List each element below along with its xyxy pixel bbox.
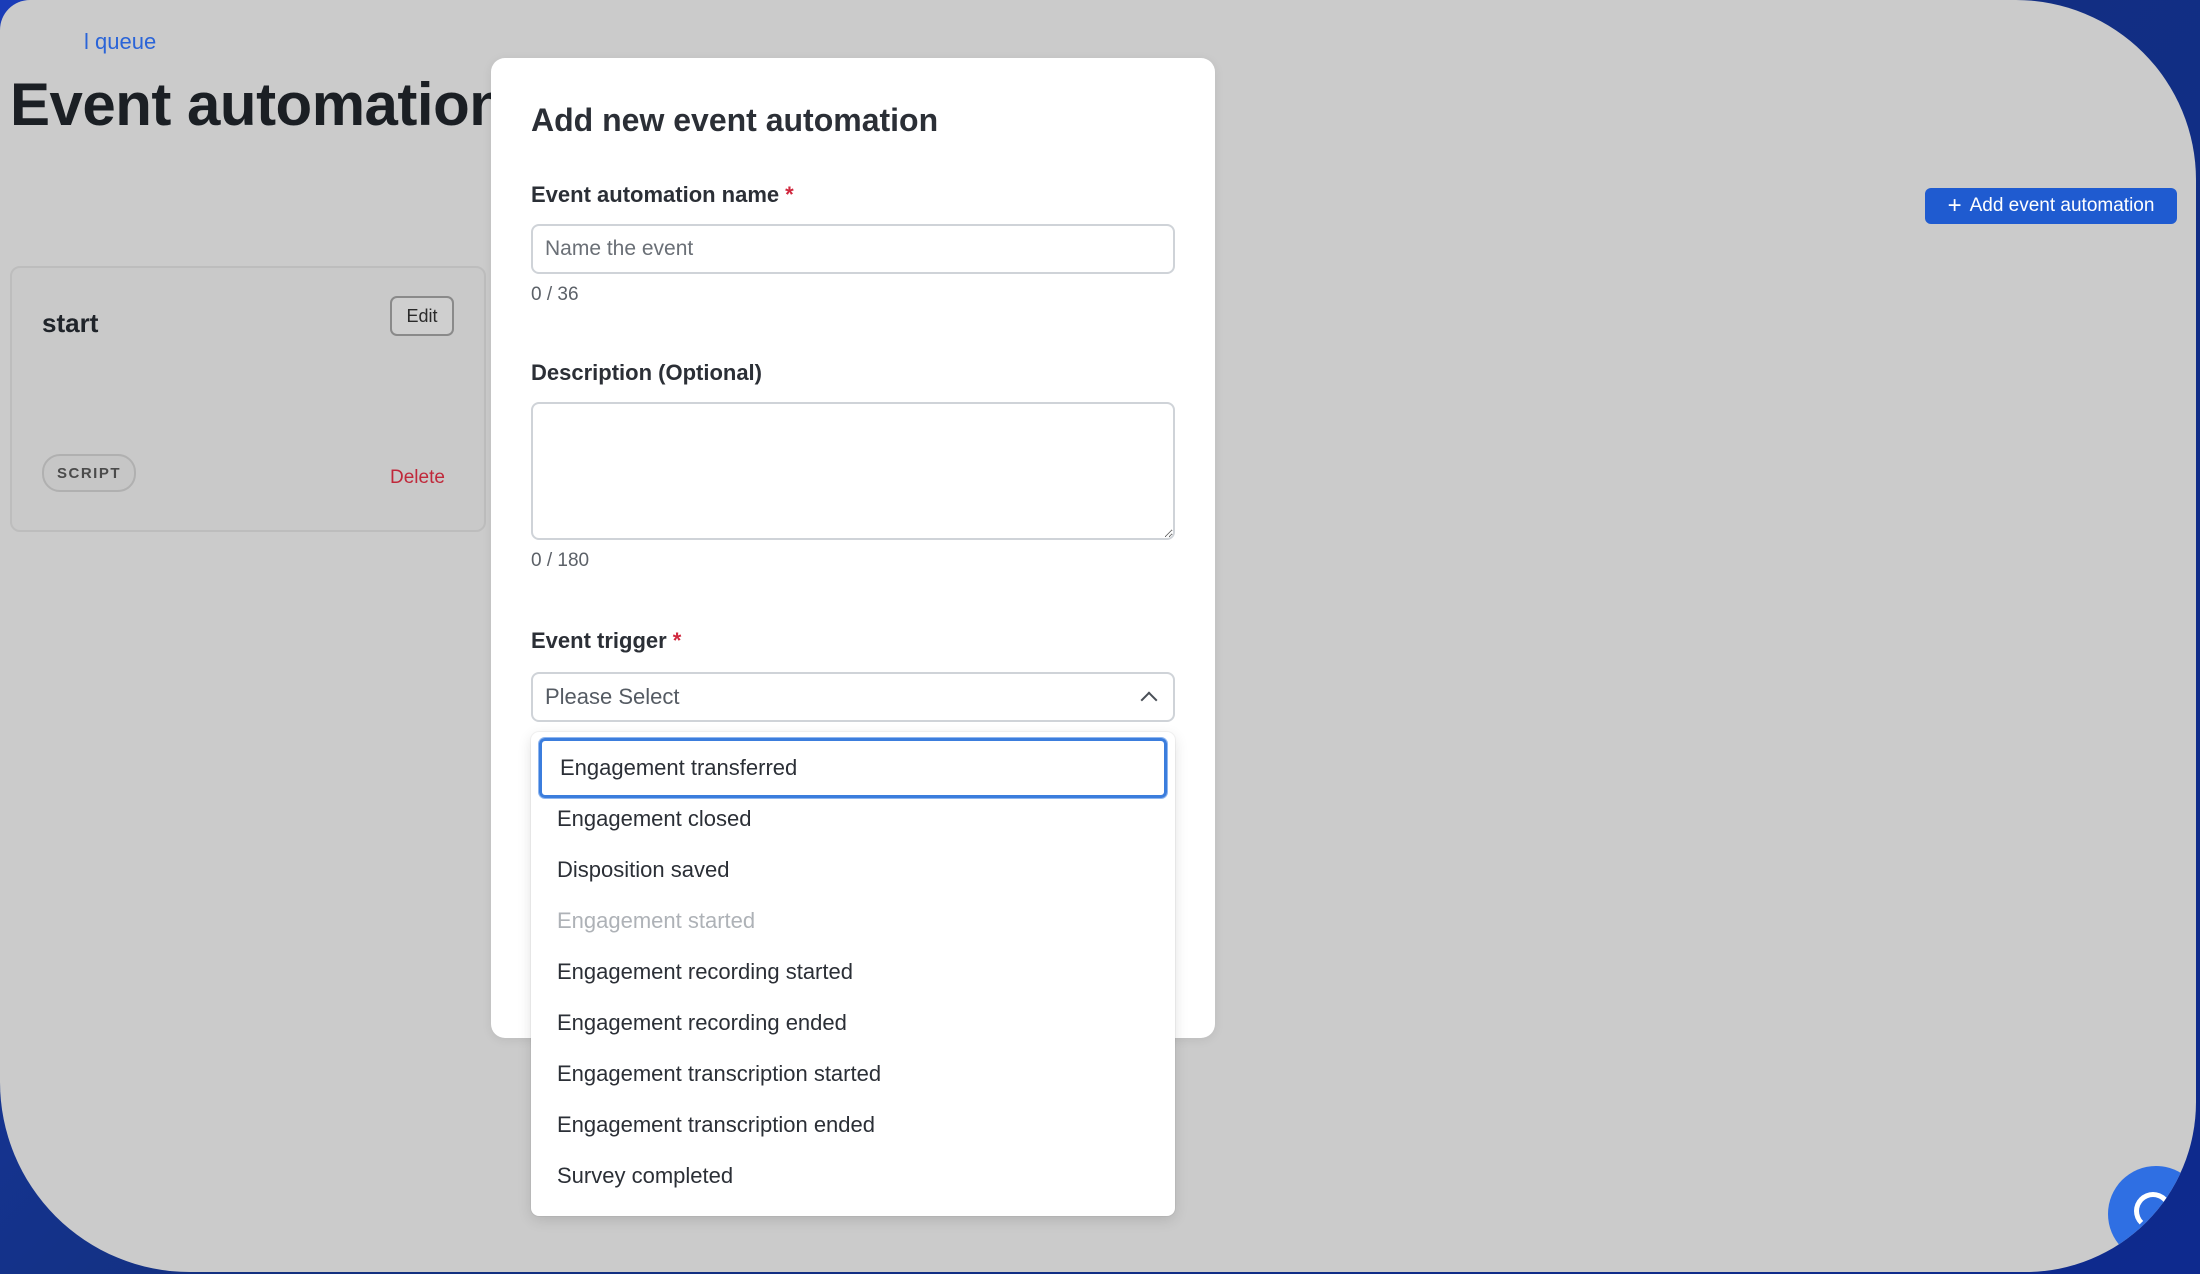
description-field-label: Description (Optional)	[531, 360, 762, 385]
page-title: Event automations	[10, 71, 539, 138]
dropdown-option[interactable]: Survey completed	[539, 1146, 1167, 1206]
app-screen: l queue Event automations + Add event au…	[0, 0, 2196, 1272]
description-textarea[interactable]	[531, 402, 1175, 540]
required-marker: *	[672, 628, 682, 653]
trigger-field-label: Event trigger *	[531, 628, 681, 654]
script-badge: SCRIPT	[42, 454, 136, 492]
event-name-input[interactable]	[531, 224, 1175, 274]
chat-bubble-icon	[2134, 1192, 2172, 1230]
description-char-counter: 0 / 180	[531, 550, 590, 571]
name-char-counter: 0 / 36	[531, 284, 579, 305]
name-field-label-text: Event automation name	[531, 182, 780, 207]
event-trigger-selected-value: Please Select	[545, 684, 680, 709]
modal-title: Add new event automation	[531, 102, 939, 138]
required-marker: *	[785, 182, 794, 207]
name-field-label: Event automation name *	[531, 182, 794, 208]
add-event-automation-button[interactable]: + Add event automation	[1925, 188, 2177, 224]
delete-button[interactable]: Delete	[390, 467, 445, 489]
automation-card-title: start	[42, 308, 99, 338]
breadcrumb[interactable]: l queue	[84, 29, 156, 55]
plus-icon: +	[1947, 192, 1962, 219]
event-trigger-select[interactable]: Please Select	[531, 672, 1175, 722]
chat-launcher-button[interactable]	[2108, 1166, 2196, 1262]
chevron-up-icon	[1140, 691, 1158, 709]
event-trigger-dropdown: Engagement transferred Engagement closed…	[531, 732, 1175, 1216]
add-event-automation-label: Add event automation	[1969, 195, 2155, 216]
trigger-field-label-text: Event trigger	[531, 628, 667, 653]
automation-card: start Edit SCRIPT Delete	[10, 266, 486, 532]
edit-button[interactable]: Edit	[390, 296, 454, 336]
